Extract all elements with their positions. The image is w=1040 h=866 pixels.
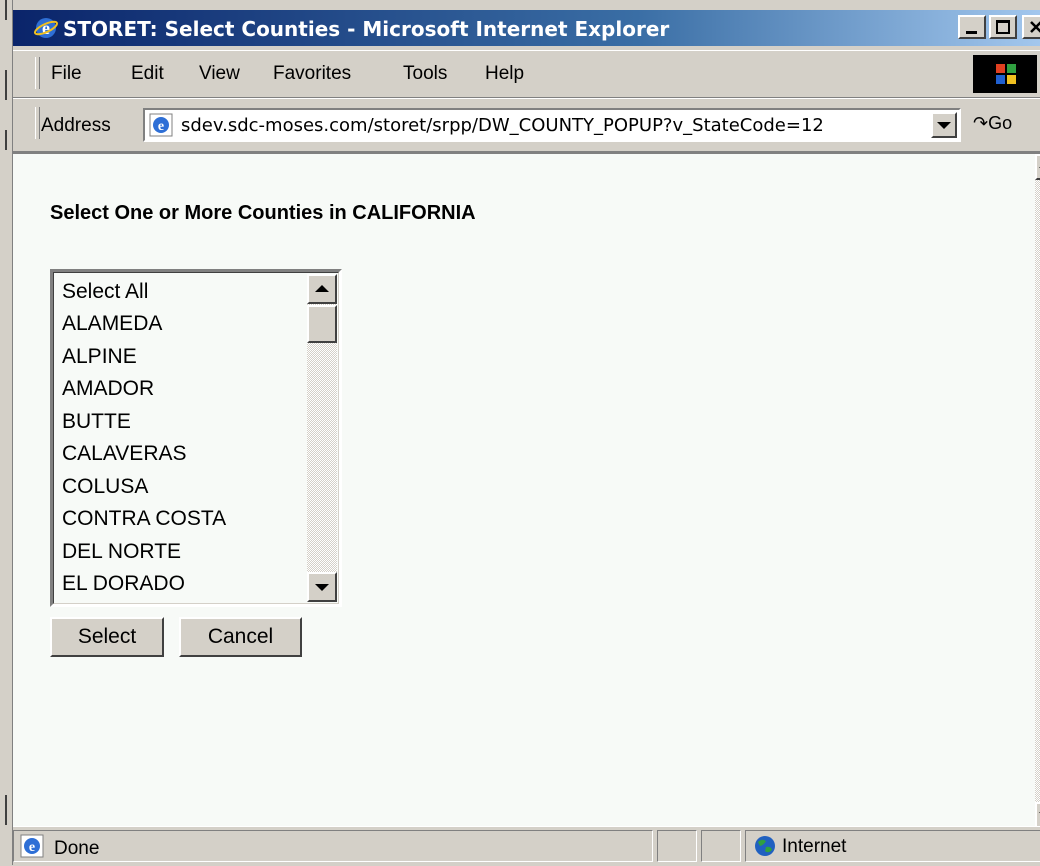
scroll-down-button[interactable] [307, 572, 337, 602]
status-bar: e Done Internet [13, 826, 1040, 866]
minimize-icon [966, 31, 977, 34]
scroll-up-button[interactable] [307, 274, 337, 304]
menu-help[interactable]: Help [485, 63, 524, 85]
select-button[interactable]: Select [50, 617, 164, 657]
svg-text:e: e [158, 119, 164, 134]
toolbar-grip[interactable] [35, 107, 40, 139]
edge-mark [5, 795, 7, 825]
arrow-up-icon [315, 285, 329, 292]
close-button[interactable] [1022, 15, 1040, 39]
address-input[interactable]: e sdev.sdc-moses.com/storet/srpp/DW_COUN… [143, 108, 961, 142]
page-scroll-down-button[interactable] [1035, 802, 1040, 828]
page-scrollbar[interactable] [1035, 154, 1040, 828]
page-heading: Select One or More Counties in CALIFORNI… [50, 202, 476, 224]
title-bar[interactable]: e STORET: Select Counties - Microsoft In… [13, 10, 1040, 46]
status-pane-main: e Done [13, 830, 653, 862]
maximize-button[interactable] [989, 15, 1017, 39]
menu-bar: File Edit View Favorites Tools Help [13, 50, 1040, 98]
list-item[interactable]: Select All [62, 280, 148, 304]
list-item[interactable]: CONTRA COSTA [62, 507, 226, 531]
list-item[interactable]: BUTTE [62, 410, 131, 434]
address-url: sdev.sdc-moses.com/storet/srpp/DW_COUNTY… [181, 115, 824, 136]
menu-edit[interactable]: Edit [131, 63, 164, 85]
list-item[interactable]: ALAMEDA [62, 312, 162, 336]
menu-view[interactable]: View [199, 63, 240, 85]
minimize-button[interactable] [958, 15, 986, 39]
list-item[interactable]: COLUSA [62, 475, 148, 499]
edge-mark [5, 130, 7, 150]
page-content: Select One or More Counties in CALIFORNI… [13, 152, 1040, 828]
address-bar: Address e sdev.sdc-moses.com/storet/srpp… [13, 98, 1040, 152]
list-item[interactable]: AMADOR [62, 377, 154, 401]
scroll-thumb[interactable] [307, 305, 337, 343]
menu-file[interactable]: File [51, 63, 82, 85]
address-dropdown-button[interactable] [931, 112, 957, 138]
cancel-button[interactable]: Cancel [179, 617, 302, 657]
window-title: STORET: Select Counties - Microsoft Inte… [63, 17, 670, 41]
list-item[interactable]: ALPINE [62, 345, 137, 369]
address-label: Address [41, 115, 111, 136]
ie-page-icon: e [149, 113, 173, 137]
desktop-edge [0, 0, 13, 865]
list-item[interactable]: EL DORADO [62, 572, 185, 596]
ie-page-icon: e [20, 834, 44, 858]
status-text: Done [54, 838, 100, 859]
edge-mark [5, 0, 7, 20]
toolbar-grip[interactable] [35, 57, 40, 89]
go-label: Go [988, 113, 1013, 133]
globe-icon [755, 836, 775, 856]
list-item[interactable]: DEL NORTE [62, 540, 181, 564]
county-listbox[interactable]: Select All ALAMEDA ALPINE AMADOR BUTTE C… [50, 269, 342, 607]
menu-favorites[interactable]: Favorites [273, 63, 351, 85]
status-pane [701, 830, 741, 862]
zone-text: Internet [782, 836, 847, 857]
activity-throbber [973, 55, 1037, 93]
go-arrow-icon: ↷ [973, 113, 989, 133]
arrow-down-icon [315, 584, 329, 591]
zone-pane[interactable]: Internet [745, 830, 1040, 862]
list-item[interactable]: CALAVERAS [62, 442, 187, 466]
chevron-down-icon [937, 122, 951, 129]
listbox-scrollbar[interactable] [307, 274, 337, 602]
ie-logo-icon: e [33, 18, 59, 38]
svg-text:e: e [42, 18, 50, 38]
close-icon [1030, 21, 1040, 33]
maximize-icon [996, 20, 1010, 34]
status-pane [657, 830, 697, 862]
browser-window: e STORET: Select Counties - Microsoft In… [13, 0, 1040, 866]
page-scroll-up-button[interactable] [1035, 154, 1040, 180]
go-button[interactable]: ↷Go [973, 113, 1012, 134]
menu-tools[interactable]: Tools [403, 63, 447, 85]
edge-mark [5, 70, 7, 100]
windows-logo-icon [996, 64, 1016, 84]
svg-text:e: e [29, 840, 35, 855]
